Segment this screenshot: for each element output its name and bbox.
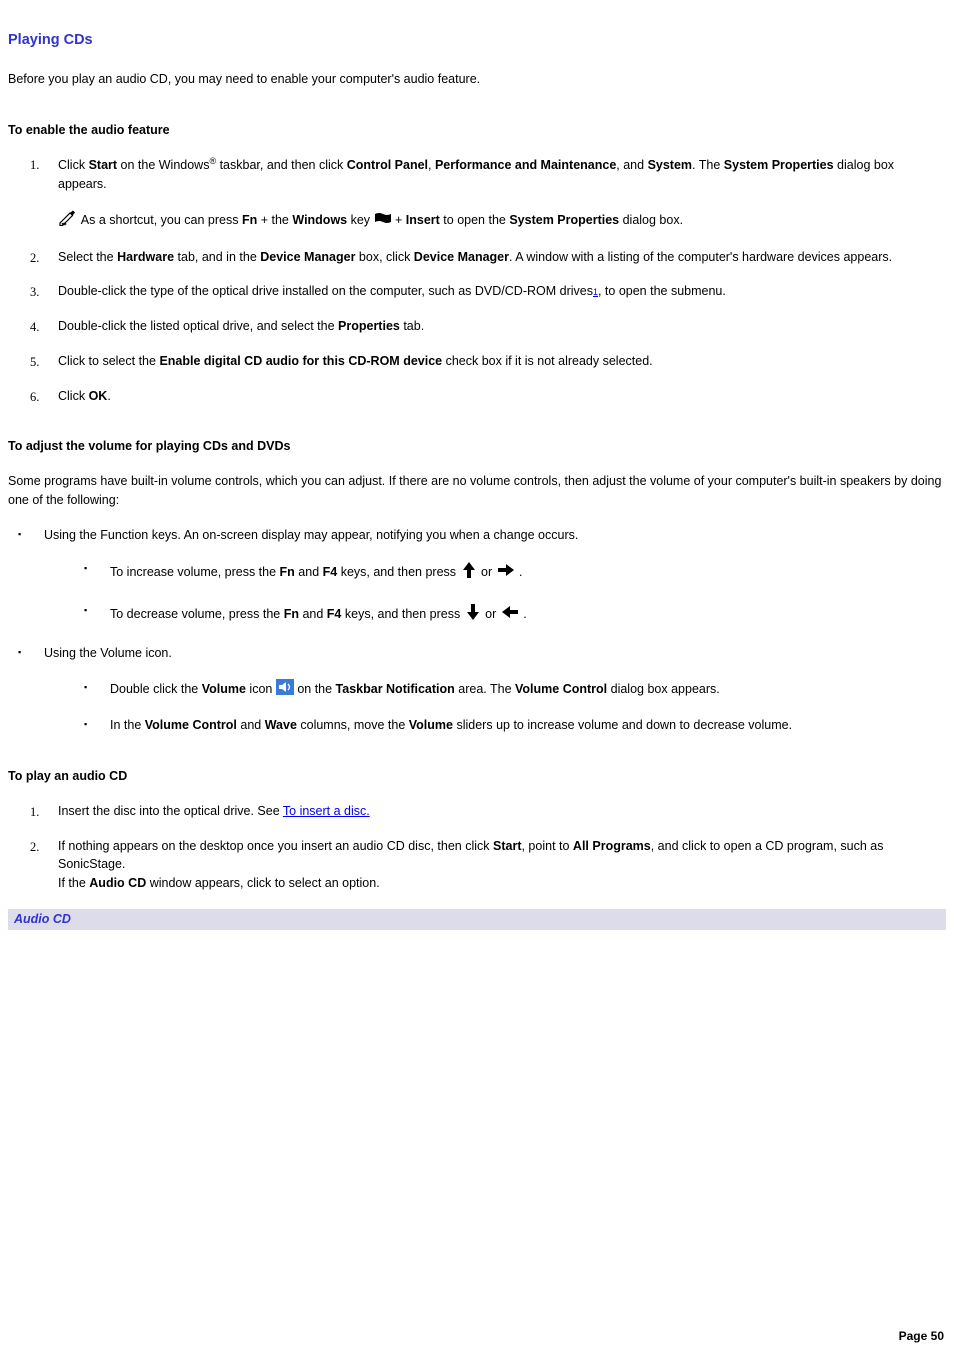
bold-text: System Properties <box>724 158 834 172</box>
bold-text: Fn <box>284 607 299 621</box>
adjust-volume-heading: To adjust the volume for playing CDs and… <box>8 437 946 456</box>
bold-text: Wave <box>265 718 297 732</box>
adjust-volume-intro: Some programs have built-in volume contr… <box>8 472 946 510</box>
note-icon <box>58 210 78 232</box>
bold-text: OK <box>89 389 108 403</box>
bold-text: Start <box>493 839 521 853</box>
figure-caption: Audio CD <box>8 909 946 930</box>
bold-text: Volume Control <box>145 718 237 732</box>
bold-text: Control Panel <box>347 158 428 172</box>
bold-text: Enable digital CD audio for this CD-ROM … <box>159 354 442 368</box>
hyperlink[interactable]: To insert a disc. <box>283 804 370 818</box>
page-title: Playing CDs <box>8 30 946 52</box>
bold-text: Fn <box>280 566 295 580</box>
arrow-left-icon <box>500 603 520 627</box>
bold-text: Device Manager <box>414 250 509 264</box>
sub-bullet-item: To increase volume, press the Fn and F4 … <box>84 560 946 586</box>
bold-text: System <box>648 158 692 172</box>
step-item: If nothing appears on the desktop once y… <box>38 837 946 893</box>
adjust-volume-bullets: Using the Function keys. An on-screen di… <box>8 526 946 736</box>
footnote-ref[interactable]: 1 <box>593 287 598 297</box>
sub-bullet-list: To increase volume, press the Fn and F4 … <box>44 560 946 628</box>
enable-audio-heading: To enable the audio feature <box>8 121 946 140</box>
bold-text: System Properties <box>509 213 619 227</box>
bullet-item: Using the Function keys. An on-screen di… <box>18 526 946 628</box>
note-box: As a shortcut, you can press Fn + the Wi… <box>58 210 946 232</box>
volume-tray-icon <box>276 679 294 701</box>
bold-text: Volume Control <box>515 682 607 696</box>
arrow-down-icon <box>464 602 482 628</box>
sub-bullet-list: Double click the Volume icon on the Task… <box>44 679 946 736</box>
play-cd-heading: To play an audio CD <box>8 767 946 786</box>
step-item: Click Start on the Windows® taskbar, and… <box>38 155 946 231</box>
bold-text: Volume <box>409 718 453 732</box>
bold-text: Taskbar Notification <box>336 682 455 696</box>
sub-bullet-item: To decrease volume, press the Fn and F4 … <box>84 602 946 628</box>
bold-text: Insert <box>406 213 440 227</box>
sub-bullet-item: In the Volume Control and Wave columns, … <box>84 716 946 735</box>
bold-text: Hardware <box>117 250 174 264</box>
bold-text: F4 <box>323 566 338 580</box>
bold-text: Device Manager <box>260 250 355 264</box>
step-item: Double-click the listed optical drive, a… <box>38 317 946 336</box>
bold-text: Start <box>89 158 117 172</box>
step-item: Click to select the Enable digital CD au… <box>38 352 946 371</box>
enable-audio-steps: Click Start on the Windows® taskbar, and… <box>38 155 946 405</box>
step-item: Double-click the type of the optical dri… <box>38 282 946 301</box>
bold-text: F4 <box>327 607 342 621</box>
step-item: Select the Hardware tab, and in the Devi… <box>38 248 946 267</box>
bold-text: Performance and Maintenance <box>435 158 616 172</box>
superscript: ® <box>209 156 216 166</box>
bold-text: Fn <box>242 213 257 227</box>
step-item: Click OK. <box>38 387 946 406</box>
sub-bullet-item: Double click the Volume icon on the Task… <box>84 679 946 701</box>
bold-text: Windows <box>292 213 347 227</box>
intro-paragraph: Before you play an audio CD, you may nee… <box>8 70 946 89</box>
page-footer: Page 50 <box>899 1327 944 1345</box>
play-cd-steps: Insert the disc into the optical drive. … <box>38 802 946 893</box>
arrow-right-icon <box>496 561 516 585</box>
step-item: Insert the disc into the optical drive. … <box>38 802 946 821</box>
bold-text: Volume <box>202 682 246 696</box>
bold-text: Properties <box>338 319 400 333</box>
bold-text: Audio CD <box>89 876 146 890</box>
bold-text: All Programs <box>573 839 651 853</box>
arrow-up-icon <box>460 560 478 586</box>
bullet-item: Using the Volume icon.Double click the V… <box>18 644 946 735</box>
windows-key-icon <box>374 210 392 232</box>
